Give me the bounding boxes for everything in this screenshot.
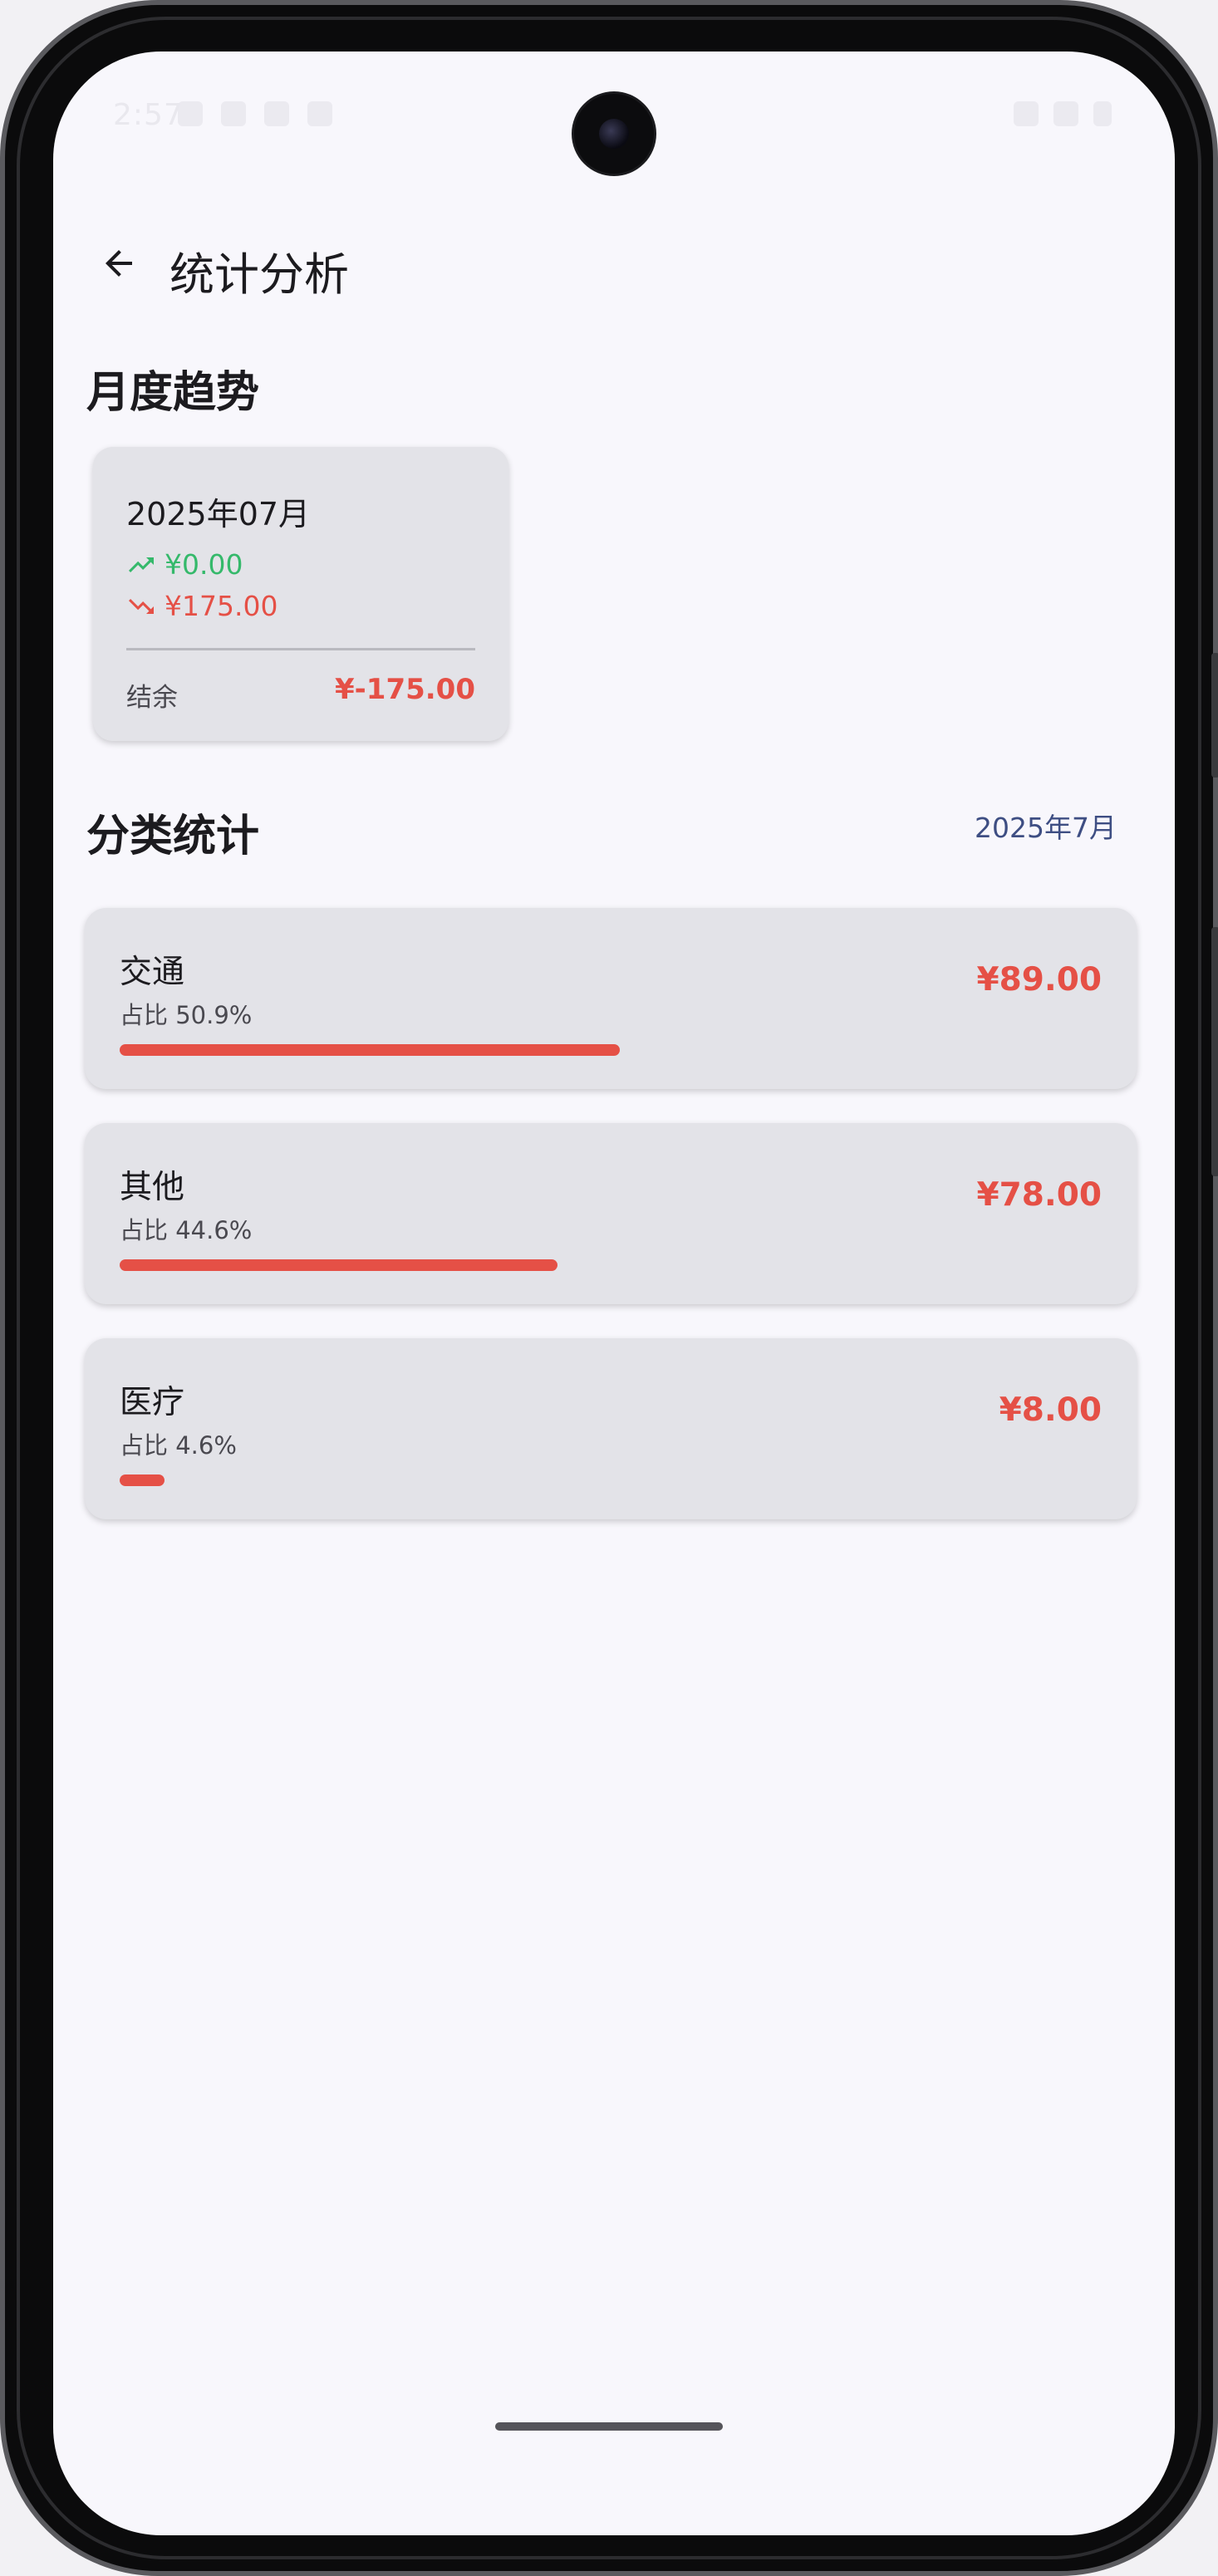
shield-icon xyxy=(264,101,289,126)
period-selector[interactable]: 2025年7月 xyxy=(975,806,1117,846)
signal-icon xyxy=(1053,101,1078,126)
power-button xyxy=(1211,653,1218,778)
back-button[interactable] xyxy=(81,226,156,301)
home-indicator[interactable] xyxy=(495,2422,723,2431)
category-progress xyxy=(120,1474,1102,1486)
category-share: 占比 44.6% xyxy=(120,1216,253,1244)
balance-label: 结余 xyxy=(126,683,178,713)
category-name: 医疗 xyxy=(120,1384,185,1421)
month-label: 2025年07月 xyxy=(126,496,311,532)
category-card-transport[interactable]: 交通 占比 50.9% ¥89.00 xyxy=(85,908,1137,1089)
arrow-back-icon xyxy=(106,250,132,277)
accessibility-icon xyxy=(221,101,246,126)
category-amount: ¥8.00 xyxy=(999,1391,1102,1429)
category-card-medical[interactable]: 医疗 占比 4.6% ¥8.00 xyxy=(85,1338,1137,1519)
income-value: ¥0.00 xyxy=(165,548,243,581)
category-progress xyxy=(120,1259,1102,1271)
category-card-other[interactable]: 其他 占比 44.6% ¥78.00 xyxy=(85,1123,1137,1304)
category-amount: ¥89.00 xyxy=(976,961,1103,999)
category-name: 交通 xyxy=(120,954,185,991)
category-progress-fill xyxy=(120,1044,620,1056)
screenshot-icon xyxy=(178,101,203,126)
category-progress xyxy=(120,1044,1102,1056)
balance-value: ¥-175.00 xyxy=(335,673,475,706)
trending-down-icon xyxy=(129,598,154,614)
sd-card-icon xyxy=(307,101,332,126)
page-title: 统计分析 xyxy=(169,248,349,301)
app-bar: 统计分析 xyxy=(53,218,1175,309)
category-progress-fill xyxy=(120,1259,558,1271)
monthly-card[interactable]: 2025年07月 ¥0.00 ¥175.00 结余 ¥-175.00 xyxy=(93,447,508,741)
income-row: ¥0.00 xyxy=(126,548,243,581)
phone-frame: 2:57 统计分析 月度趋势 2025年07月 ¥0.00 ¥175.00 结余… xyxy=(0,0,1218,2576)
category-name: 其他 xyxy=(120,1169,185,1206)
app-screen: 2:57 统计分析 月度趋势 2025年07月 ¥0.00 ¥175.00 结余… xyxy=(53,52,1175,2535)
category-progress-fill xyxy=(120,1474,165,1486)
volume-button xyxy=(1211,927,1218,1176)
category-share: 占比 4.6% xyxy=(120,1431,237,1460)
category-stats-title: 分类统计 xyxy=(86,812,260,861)
expense-row: ¥175.00 xyxy=(126,590,277,622)
card-divider xyxy=(126,648,475,650)
expense-value: ¥175.00 xyxy=(165,590,278,622)
monthly-trend-title: 月度趋势 xyxy=(86,368,260,418)
wifi-icon xyxy=(1014,101,1039,126)
category-share: 占比 50.9% xyxy=(120,1001,253,1029)
trending-up-icon xyxy=(129,557,154,572)
status-notification-icons xyxy=(178,101,332,126)
battery-icon xyxy=(1093,101,1112,126)
front-camera xyxy=(574,94,654,174)
status-time: 2:57 xyxy=(113,98,184,132)
status-system-icons xyxy=(1014,101,1112,126)
category-amount: ¥78.00 xyxy=(976,1176,1103,1214)
